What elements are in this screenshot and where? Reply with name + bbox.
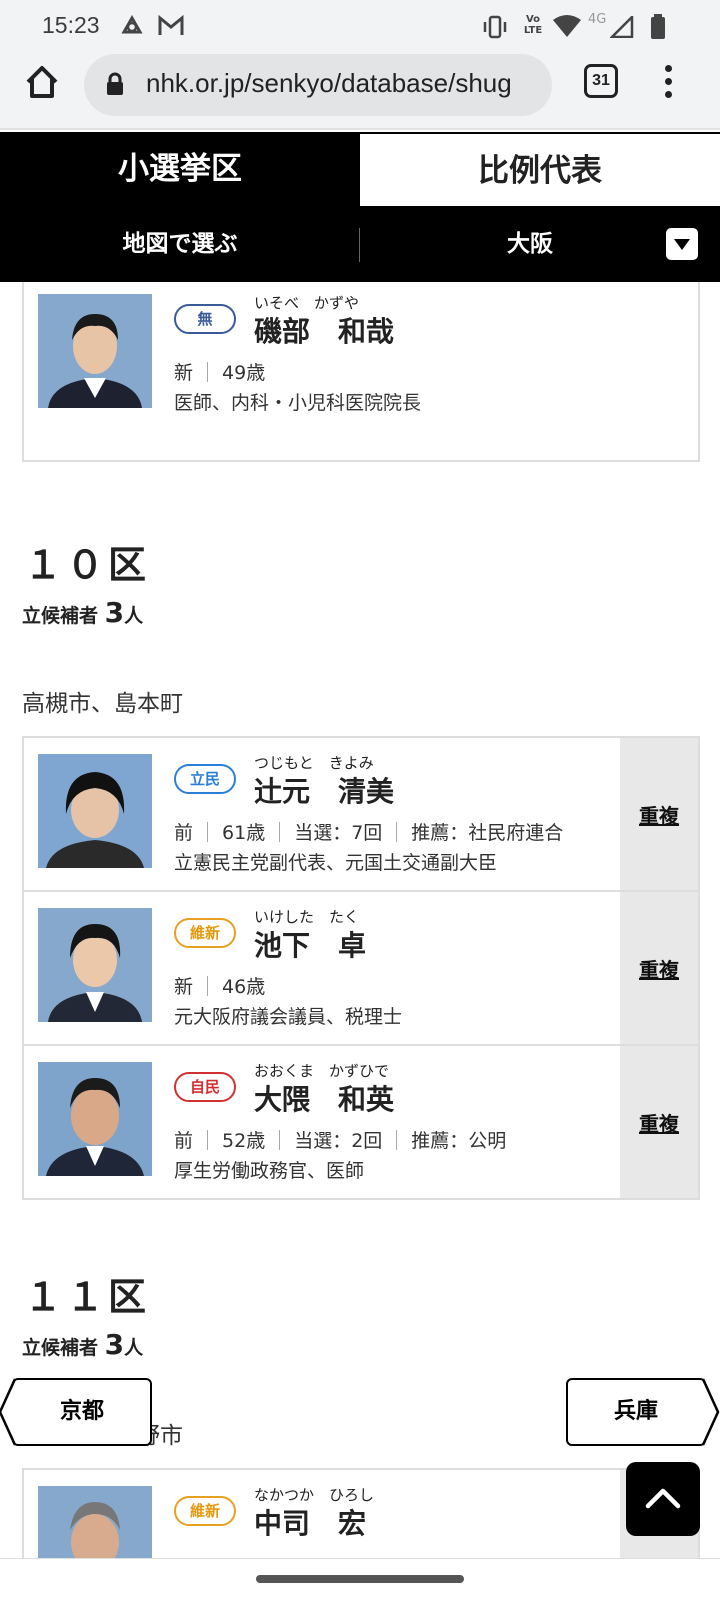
candidate-meta: 前 52歳 当選：2回 推薦：公明 [174,1130,507,1152]
gmail-icon [158,14,184,35]
prev-prefecture-label: 京都 [59,1399,104,1424]
candidate-name: 中司 宏 [254,1507,367,1540]
status-time: 15:23 [42,12,100,38]
party-badge: 維新 [174,918,236,948]
more-menu-icon[interactable] [660,62,676,102]
candidate-list: 維新 なかつか ひろし 中司 宏 [22,1468,700,1558]
arrow-left-icon [0,1378,16,1446]
home-icon[interactable] [22,62,62,102]
tab-switcher-button[interactable]: 31 [584,64,618,98]
tab-proportional[interactable]: 比例代表 [360,132,720,206]
wifi-icon [553,15,581,37]
browser-toolbar: nhk.or.jp/senkyo/database/shug 31 [0,52,720,130]
candidate-name: 辻元 清美 [254,775,395,808]
party-badge: 立民 [174,764,236,794]
status-bar: 15:23 Vo LTE 4G [0,0,720,52]
next-prefecture-button[interactable]: 兵庫 [566,1378,720,1446]
candidate-career: 厚生労働政務官、医師 [174,1160,365,1182]
url-text: nhk.or.jp/senkyo/database/shug [146,68,512,98]
sub-navigation: 地図で選ぶ 大阪 [0,206,720,282]
candidate-photo [38,1486,152,1558]
candidate-row[interactable]: 維新 いけした たく 池下 卓 新 46歳 元大阪府議会議員、税理士 重複 [24,892,698,1046]
volte-icon: Vo LTE [523,14,543,36]
candidate-career: 医師、内科・小児科医院院長 [174,392,422,414]
lock-icon [107,72,123,95]
vibrate-icon [483,15,507,39]
candidate-card: 無 いそべ かずや 磯部 和哉 新 49歳 医師、内科・小児科医院院長 [22,282,700,462]
map-select-button[interactable]: 地図で選ぶ [0,206,360,282]
candidate-career: 立憲民主党副代表、元国土交通副大臣 [174,852,498,874]
content-area: 無 いそべ かずや 磯部 和哉 新 49歳 医師、内科・小児科医院院長 １０区 立… [0,282,720,1558]
election-type-tabs: 小選挙区 比例代表 [0,132,720,206]
candidate-meta: 新 49歳 [174,358,265,385]
candidate-status: 新 [174,362,194,384]
candidate-photo [38,754,152,868]
candidate-count: 立候補者 3人 [22,596,144,629]
candidate-career: 元大阪府議会議員、税理士 [174,1006,403,1028]
address-bar[interactable]: nhk.or.jp/senkyo/database/shug [84,54,552,116]
candidate-photo [38,294,152,408]
next-prefecture-label: 兵庫 [613,1399,658,1424]
candidate-row[interactable]: 立民 つじもと きよみ 辻元 清美 前 61歳 当選：7回 推薦：社民府連合 立憲民主… [24,738,698,892]
sync-icon [121,14,143,34]
duplicate-link[interactable]: 重複 [620,800,698,829]
candidate-row[interactable]: 維新 なかつか ひろし 中司 宏 [24,1470,698,1558]
network-type-label: 4G [588,12,607,27]
duplicate-link[interactable]: 重複 [620,954,698,983]
battery-icon [651,14,665,39]
chevron-down-icon[interactable] [666,228,698,260]
duplicate-cell: 重複 [620,1046,698,1198]
candidate-count: 立候補者 3人 [22,1328,144,1361]
system-nav-bar [0,1558,720,1600]
candidate-name: 磯部 和哉 [254,315,395,348]
candidate-meta: 新 46歳 [174,976,266,998]
tab-single-seat[interactable]: 小選挙区 [0,132,360,206]
signal-icon [610,16,634,38]
district-title: １１区 [24,1275,151,1319]
party-badge: 維新 [174,1496,236,1526]
prev-prefecture-button[interactable]: 京都 [0,1378,152,1446]
candidate-list: 立民 つじもと きよみ 辻元 清美 前 61歳 当選：7回 推薦：社民府連合 立憲民主… [22,736,700,1200]
back-to-top-button[interactable] [626,1462,700,1536]
candidate-name: 池下 卓 [254,929,367,962]
candidate-photo [38,908,152,1022]
candidate-age: 49歳 [222,362,266,384]
party-badge: 自民 [174,1072,236,1102]
district-area: 高槻市、島本町 [22,691,183,717]
gesture-handle[interactable] [256,1575,464,1583]
candidate-meta: 前 61歳 当選：7回 推薦：社民府連合 [174,822,564,844]
district-title: １０区 [24,543,151,587]
candidate-photo [38,1062,152,1176]
party-badge: 無 [174,304,236,334]
candidate-name: 大隈 和英 [254,1083,395,1116]
duplicate-cell: 重複 [620,892,698,1044]
duplicate-cell: 重複 [620,738,698,890]
duplicate-link[interactable]: 重複 [620,1108,698,1137]
chevron-up-icon [645,1488,681,1509]
candidate-row[interactable]: 無 いそべ かずや 磯部 和哉 新 49歳 医師、内科・小児科医院院長 [24,282,698,460]
candidate-row[interactable]: 自民 おおくま かずひで 大隈 和英 前 52歳 当選：2回 推薦：公明 厚生労働政務… [24,1046,698,1200]
arrow-right-icon [702,1378,720,1446]
prefecture-select[interactable]: 大阪 [360,206,700,282]
